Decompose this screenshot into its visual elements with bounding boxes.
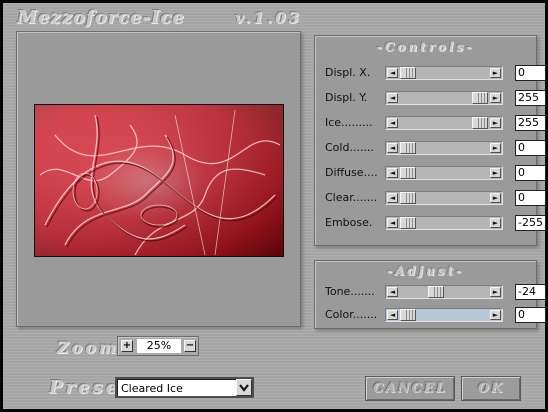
color-slider[interactable]: ◄ ► (385, 308, 503, 322)
arrow-right-icon[interactable]: ► (490, 93, 501, 103)
arrow-left-icon[interactable]: ◄ (387, 218, 398, 228)
slider-thumb[interactable] (472, 92, 488, 104)
zoom-value: 25% (137, 339, 181, 353)
control-label: Diffuse.... (325, 166, 378, 179)
slider-thumb[interactable] (400, 142, 416, 154)
arrow-left-icon[interactable]: ◄ (387, 118, 398, 128)
app-version: v.1.03 (235, 9, 302, 27)
control-label: Clear....... (325, 191, 378, 204)
clear-slider[interactable]: ◄ ► (385, 191, 503, 205)
preset-selected-value: Cleared Ice (121, 382, 183, 395)
controls-panel: -Controls- Displ. X. ◄ ► 0 Displ. Y. ◄ ►… (314, 35, 546, 246)
arrow-left-icon[interactable]: ◄ (387, 68, 398, 78)
adjust-panel: -Adjust- Tone....... ◄ ► -24 Color......… (314, 260, 546, 329)
arrow-right-icon[interactable]: ► (490, 218, 501, 228)
control-label: Embose. (325, 216, 373, 229)
displ-x-value-field[interactable]: 0 (515, 65, 546, 81)
arrow-left-icon[interactable]: ◄ (387, 287, 398, 297)
control-label: Ice......... (325, 116, 373, 129)
app-title: Mezzoforce-Ice (17, 7, 185, 28)
displ-y-value-field[interactable]: 255 (515, 90, 546, 106)
slider-thumb[interactable] (400, 217, 416, 229)
zoom-control: + 25% − (117, 336, 199, 356)
plugin-window: Mezzoforce-Ice v.1.03 -Controls- Displ. … (0, 0, 548, 412)
displ-y-slider[interactable]: ◄ ► (385, 91, 503, 105)
tone-value-field[interactable]: -24 (515, 284, 546, 300)
arrow-left-icon[interactable]: ◄ (387, 168, 398, 178)
diffuse-value-field[interactable]: 0 (515, 165, 546, 181)
arrow-right-icon[interactable]: ► (490, 193, 501, 203)
slider-thumb[interactable] (428, 286, 444, 298)
adjust-row-tone: Tone....... ◄ ► -24 (325, 284, 546, 300)
slider-thumb[interactable] (400, 167, 416, 179)
preview-image[interactable] (34, 104, 284, 257)
arrow-right-icon[interactable]: ► (490, 310, 501, 320)
clear-value-field[interactable]: 0 (515, 190, 546, 206)
cold-value-field[interactable]: 0 (515, 140, 546, 156)
slider-thumb[interactable] (400, 309, 416, 321)
preview-panel (16, 31, 301, 327)
preset-dropdown-button[interactable] (236, 379, 252, 396)
zoom-out-button[interactable]: − (184, 340, 196, 352)
color-value-field[interactable]: 0 (515, 307, 546, 323)
arrow-left-icon[interactable]: ◄ (387, 310, 398, 320)
tone-slider[interactable]: ◄ ► (385, 285, 503, 299)
ice-value-field[interactable]: 255 (515, 115, 546, 131)
chevron-down-icon (239, 384, 249, 392)
arrow-right-icon[interactable]: ► (490, 143, 501, 153)
arrow-right-icon[interactable]: ► (490, 68, 501, 78)
arrow-right-icon[interactable]: ► (490, 287, 501, 297)
embose-value-field[interactable]: -255 (515, 215, 546, 231)
arrow-right-icon[interactable]: ► (490, 168, 501, 178)
control-label: Displ. X. (325, 66, 371, 79)
control-row-displ-y: Displ. Y. ◄ ► 255 (325, 90, 546, 106)
zoom-in-button[interactable]: + (121, 340, 133, 352)
adjust-title: -Adjust- (386, 264, 465, 278)
arrow-left-icon[interactable]: ◄ (387, 143, 398, 153)
control-row-diffuse: Diffuse.... ◄ ► 0 (325, 165, 546, 181)
arrow-right-icon[interactable]: ► (490, 118, 501, 128)
slider-thumb[interactable] (400, 67, 416, 79)
arrow-left-icon[interactable]: ◄ (387, 93, 398, 103)
control-row-clear: Clear....... ◄ ► 0 (325, 190, 546, 206)
control-label: Displ. Y. (325, 91, 368, 104)
diffuse-slider[interactable]: ◄ ► (385, 166, 503, 180)
displ-x-slider[interactable]: ◄ ► (385, 66, 503, 80)
ice-slider[interactable]: ◄ ► (385, 116, 503, 130)
cold-slider[interactable]: ◄ ► (385, 141, 503, 155)
slider-thumb[interactable] (472, 117, 488, 129)
control-row-displ-x: Displ. X. ◄ ► 0 (325, 65, 546, 81)
control-row-embose: Embose. ◄ ► -255 (325, 215, 546, 231)
embose-slider[interactable]: ◄ ► (385, 216, 503, 230)
cancel-button[interactable]: CANCEL (365, 376, 455, 401)
control-label: Cold....... (325, 141, 374, 154)
slider-thumb[interactable] (400, 192, 416, 204)
adjust-row-color: Color....... ◄ ► 0 (325, 307, 546, 323)
preview-artwork (35, 105, 283, 256)
arrow-left-icon[interactable]: ◄ (387, 193, 398, 203)
adjust-label: Color....... (325, 308, 378, 321)
ok-button[interactable]: OK (461, 376, 521, 401)
adjust-label: Tone....... (325, 285, 375, 298)
zoom-label: Zoom (57, 338, 119, 357)
preset-select[interactable]: Cleared Ice (115, 377, 254, 398)
control-row-ice: Ice......... ◄ ► 255 (325, 115, 546, 131)
controls-title: -Controls- (376, 40, 475, 54)
control-row-cold: Cold....... ◄ ► 0 (325, 140, 546, 156)
